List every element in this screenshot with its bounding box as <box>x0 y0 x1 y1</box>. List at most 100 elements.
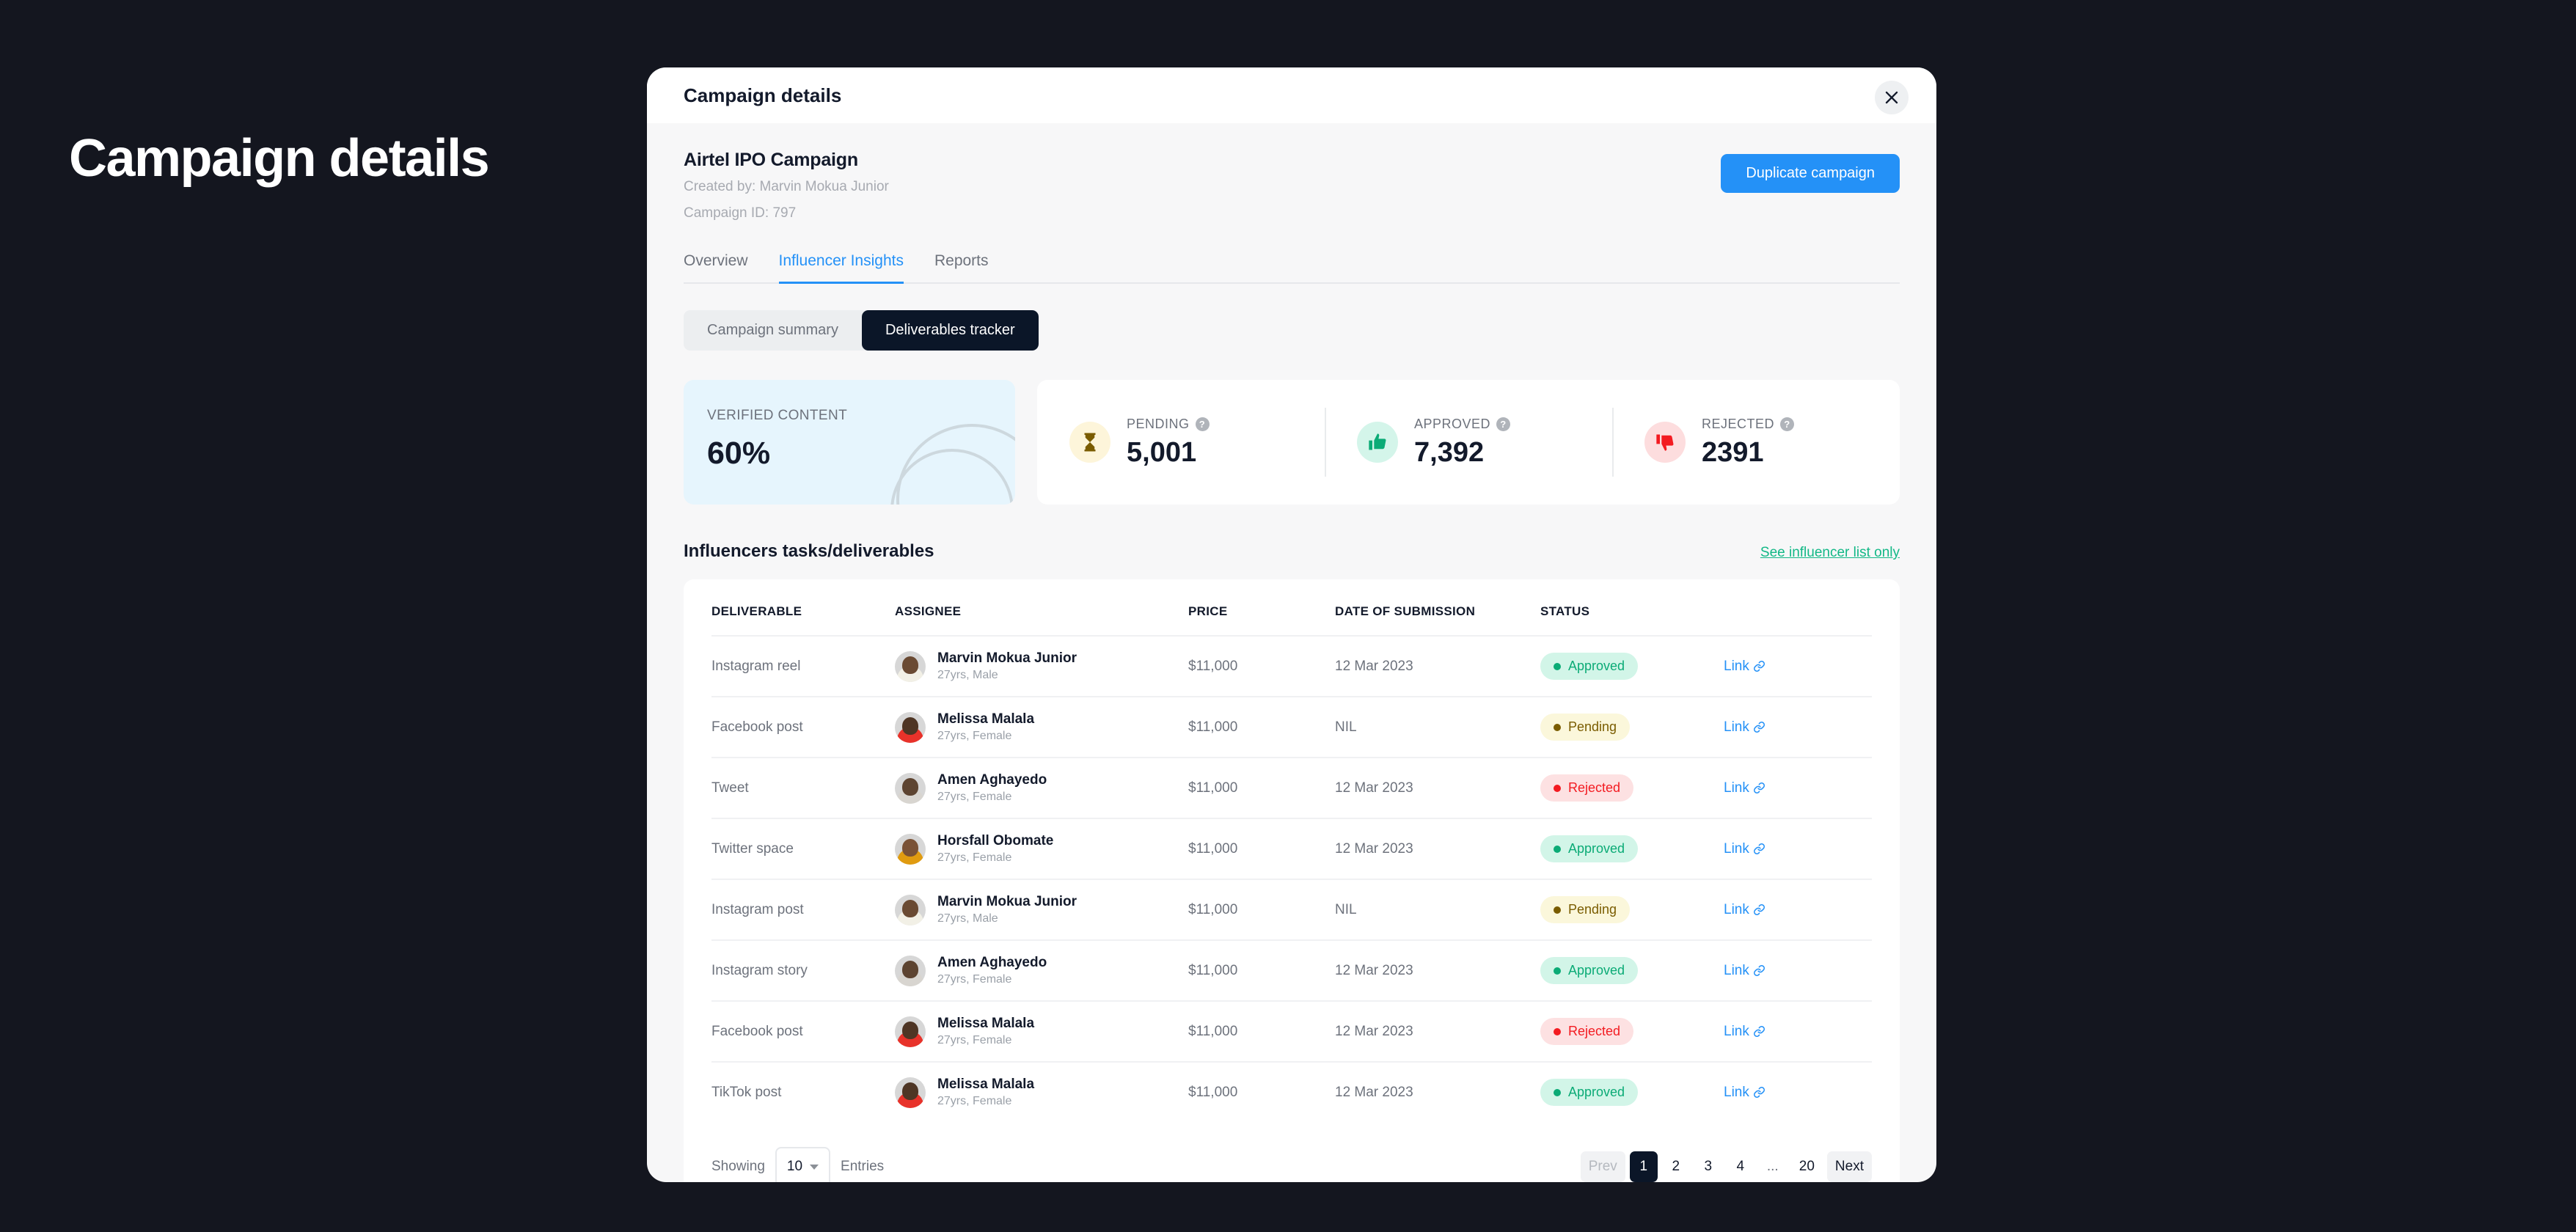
cell-price: $11,000 <box>1188 696 1335 758</box>
tab-bar: Overview Influencer Insights Reports <box>684 252 1900 285</box>
pagination-page-2[interactable]: 2 <box>1662 1151 1690 1182</box>
status-dot <box>1554 723 1561 731</box>
help-icon-rejected[interactable]: ? <box>1780 417 1795 431</box>
deliverable-link[interactable]: Link <box>1724 1024 1765 1039</box>
link-icon <box>1753 1025 1765 1037</box>
deliverable-link[interactable]: Link <box>1724 963 1765 978</box>
close-button[interactable] <box>1875 81 1909 114</box>
col-header-deliverable: DELIVERABLE <box>711 604 802 619</box>
assignee-name: Melissa Malala <box>937 1077 1035 1093</box>
status-dot <box>1554 1027 1561 1035</box>
deliverable-link[interactable]: Link <box>1724 1085 1765 1100</box>
status-badge: Rejected <box>1540 1018 1634 1046</box>
cell-price: $11,000 <box>1188 1000 1335 1063</box>
table-row[interactable]: Facebook post Melissa Malala 27yrs, Female… <box>711 1000 1872 1063</box>
table-row[interactable]: Twitter space Horsfall Obomate 27yrs, Fema… <box>711 818 1872 880</box>
status-dot <box>1554 967 1561 975</box>
assignee-name: Amen Aghayedo <box>937 955 1047 971</box>
col-header-price: PRICE <box>1188 604 1228 619</box>
assignee-meta: 27yrs, Female <box>937 973 1012 986</box>
pagination-next[interactable]: Next <box>1826 1151 1872 1182</box>
section-title: Influencers tasks/deliverables <box>684 541 934 562</box>
tab-overview[interactable]: Overview <box>684 252 748 284</box>
pagination-page-20[interactable]: 20 <box>1791 1151 1823 1182</box>
assignee-name: Melissa Malala <box>937 1016 1035 1032</box>
help-icon-approved[interactable]: ? <box>1496 417 1511 431</box>
thumbs-down-icon <box>1644 422 1686 463</box>
deliverable-link[interactable]: Link <box>1724 719 1765 735</box>
modal-body: Airtel IPO Campaign Created by: Marvin M… <box>647 123 1936 1182</box>
cell-deliverable: TikTok post <box>711 1061 895 1123</box>
link-icon <box>1753 1086 1765 1098</box>
assignee-meta: 27yrs, Female <box>937 791 1012 804</box>
table-body: Instagram reel Marvin Mokua Junior 27yrs, … <box>711 635 1872 1123</box>
avatar <box>895 833 926 865</box>
metric-approved-label-text: APPROVED <box>1414 416 1491 431</box>
modal-header: Campaign details <box>647 67 1936 123</box>
pagination-prev[interactable]: Prev <box>1580 1151 1625 1182</box>
assignee-meta: 27yrs, Female <box>937 851 1012 865</box>
link-icon <box>1753 903 1765 915</box>
assignee-name: Marvin Mokua Junior <box>937 650 1077 667</box>
segmented-control: Campaign summary Deliverables tracker <box>684 310 1039 351</box>
cell-price: $11,000 <box>1188 635 1335 697</box>
cell-assignee: Melissa Malala 27yrs, Female <box>895 711 1188 743</box>
avatar <box>895 772 926 804</box>
pagination-page-3[interactable]: 3 <box>1694 1151 1722 1182</box>
link-icon <box>1753 782 1765 793</box>
metric-rejected-label: REJECTED ? <box>1702 417 1795 432</box>
per-page-value: 10 <box>786 1159 803 1175</box>
status-badge: Pending <box>1540 896 1631 924</box>
deliverable-link[interactable]: Link <box>1724 659 1765 674</box>
tab-influencer-insights[interactable]: Influencer Insights <box>778 252 904 285</box>
col-header-link <box>1724 579 1872 636</box>
metric-approved: APPROVED ? 7,392 <box>1325 408 1612 477</box>
table-row[interactable]: TikTok post Melissa Malala 27yrs, Female $1… <box>711 1061 1872 1123</box>
cell-assignee: Marvin Mokua Junior 27yrs, Male <box>895 650 1188 682</box>
pagination-page-4[interactable]: 4 <box>1727 1151 1754 1182</box>
cell-deliverable: Tweet <box>711 757 895 819</box>
deliverable-link[interactable]: Link <box>1724 841 1765 857</box>
cell-deliverable: Instagram reel <box>711 635 895 697</box>
see-influencer-list-link[interactable]: See influencer list only <box>1760 545 1900 561</box>
table-row[interactable]: Tweet Amen Aghayedo 27yrs, Female $11,000 12… <box>711 757 1872 819</box>
cell-assignee: Amen Aghayedo 27yrs, Female <box>895 772 1188 804</box>
table-header-row: DELIVERABLE ASSIGNEE PRICE DATE OF SUBMI… <box>711 579 1872 636</box>
deliverables-table-card: DELIVERABLE ASSIGNEE PRICE DATE OF SUBMI… <box>684 579 1900 1182</box>
assignee-name: Horsfall Obomate <box>937 833 1054 849</box>
table-section-header: Influencers tasks/deliverables See influ… <box>684 541 1900 562</box>
pagination-page-1[interactable]: 1 <box>1629 1151 1658 1182</box>
duplicate-campaign-button[interactable]: Duplicate campaign <box>1721 154 1900 193</box>
cell-price: $11,000 <box>1188 1061 1335 1123</box>
metric-approved-text: APPROVED ? 7,392 <box>1414 416 1511 469</box>
cell-assignee: Amen Aghayedo 27yrs, Female <box>895 955 1188 986</box>
table-row[interactable]: Instagram story Amen Aghayedo 27yrs, Femal… <box>711 939 1872 1002</box>
avatar <box>895 711 926 743</box>
assignee-name: Marvin Mokua Junior <box>937 894 1077 910</box>
cell-deliverable: Instagram post <box>711 879 895 941</box>
assignee-meta: 27yrs, Female <box>937 1095 1012 1108</box>
assignee-meta: 27yrs, Female <box>937 1034 1012 1047</box>
cell-assignee: Melissa Malala 27yrs, Female <box>895 1077 1188 1108</box>
metric-pending-label-text: PENDING <box>1127 416 1190 431</box>
cell-price: $11,000 <box>1188 939 1335 1002</box>
cell-date: 12 Mar 2023 <box>1335 635 1540 697</box>
cell-date: NIL <box>1335 879 1540 941</box>
assignee-meta: 27yrs, Male <box>937 912 998 925</box>
per-page-select[interactable]: 10 <box>775 1147 831 1182</box>
help-icon-pending[interactable]: ? <box>1195 417 1210 431</box>
deliverable-link[interactable]: Link <box>1724 780 1765 796</box>
segment-deliverables-tracker[interactable]: Deliverables tracker <box>861 310 1039 351</box>
deliverable-link[interactable]: Link <box>1724 902 1765 917</box>
status-dot <box>1554 784 1561 792</box>
segment-campaign-summary[interactable]: Campaign summary <box>684 310 862 351</box>
metric-approved-label: APPROVED ? <box>1414 416 1511 432</box>
status-badge: Approved <box>1540 653 1639 681</box>
table-row[interactable]: Instagram post Marvin Mokua Junior 27yrs, … <box>711 879 1872 941</box>
assignee-meta: 27yrs, Female <box>937 730 1012 743</box>
close-icon <box>1885 91 1898 104</box>
table-row[interactable]: Facebook post Melissa Malala 27yrs, Female… <box>711 696 1872 758</box>
tab-reports[interactable]: Reports <box>934 252 989 284</box>
table-row[interactable]: Instagram reel Marvin Mokua Junior 27yrs, … <box>711 635 1872 697</box>
campaign-created-by: Created by: Marvin Mokua Junior <box>684 179 889 194</box>
